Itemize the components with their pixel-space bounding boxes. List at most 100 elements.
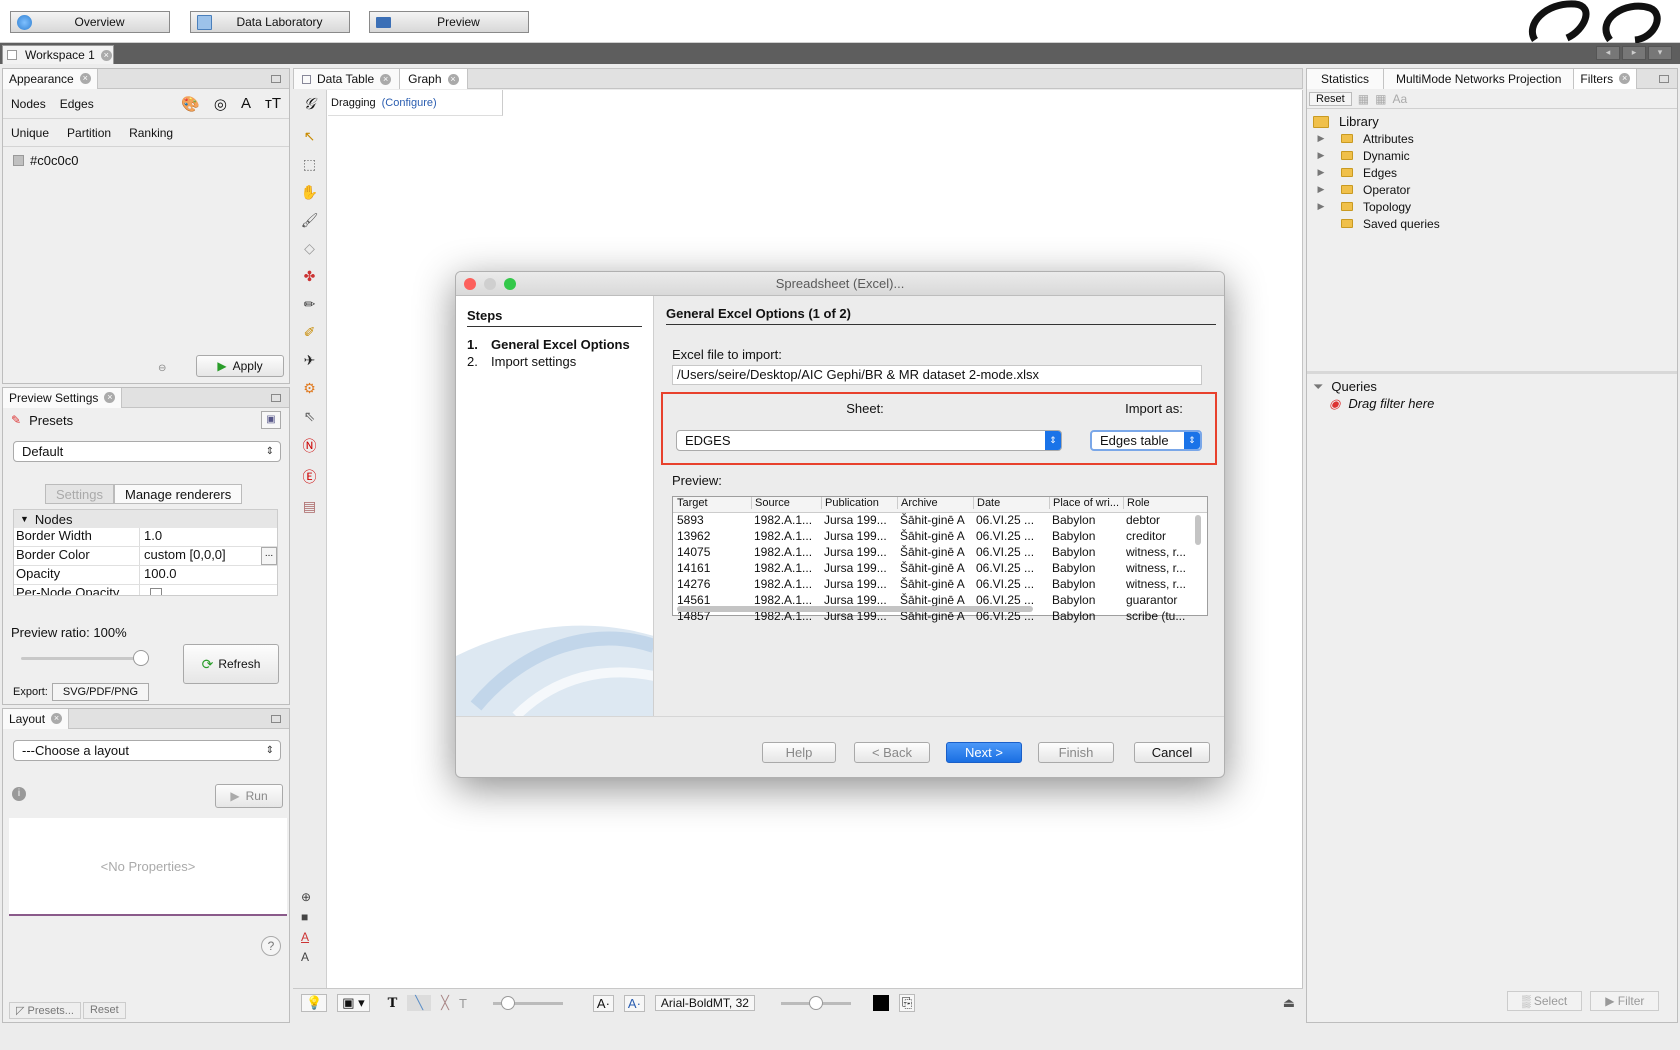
edge-label-icon[interactable]: T [459, 996, 467, 1011]
library-folder[interactable]: Library [1313, 113, 1671, 130]
finish-button[interactable]: Finish [1038, 742, 1114, 763]
reset-button[interactable]: Reset [82, 1002, 126, 1019]
tree-item[interactable]: ▶ Operator [1313, 181, 1671, 198]
preview-settings-tab[interactable]: Preview Settings × [3, 387, 123, 408]
minimize-icon[interactable] [271, 75, 281, 83]
close-icon[interactable]: × [1619, 73, 1631, 84]
next-button[interactable]: Next > [946, 742, 1022, 763]
label-color-icon[interactable]: A [241, 95, 251, 113]
graph-tab[interactable]: Graph × [400, 69, 468, 89]
column-header[interactable]: Role [1123, 497, 1193, 509]
select-arrow-icon[interactable]: ↖ [304, 128, 316, 145]
filters-tab[interactable]: Filters × [1574, 68, 1638, 89]
minimize-icon[interactable] [1659, 75, 1669, 83]
edge-color-icon[interactable]: ╳ [441, 995, 449, 1011]
label-mode-icon[interactable]: ▣ ▾ [337, 994, 370, 1012]
column-header[interactable]: Source [751, 497, 817, 509]
save-icon[interactable]: ▣ [261, 411, 281, 429]
tree-item[interactable]: Saved queries [1313, 215, 1671, 232]
rectangle-select-icon[interactable]: ⬚ [303, 156, 316, 173]
slider-thumb[interactable] [133, 650, 149, 666]
vertical-scrollbar[interactable] [1195, 515, 1201, 545]
minimize-icon[interactable] [271, 394, 281, 402]
filter-button[interactable]: ▶ Filter [1590, 991, 1660, 1011]
font-decrease-icon[interactable]: A· [592, 994, 614, 1012]
data-laboratory-button[interactable]: Data Laboratory [190, 11, 350, 33]
minimize-icon[interactable] [271, 715, 281, 723]
table-row[interactable]: 5893 1982.A.1... Jursa 199... Šāhit-ginē A 0… [673, 513, 1207, 529]
select-button[interactable]: ▒ Select [1507, 991, 1583, 1011]
preview-button[interactable]: Preview [369, 11, 529, 33]
layout-select[interactable]: ---Choose a layout ⇕ [13, 740, 281, 761]
tree-item[interactable]: ▶ Attributes [1313, 130, 1671, 147]
nav-menu-icon[interactable]: ▾ [1648, 46, 1672, 60]
close-icon[interactable]: × [100, 49, 112, 61]
table-row[interactable]: 13962 1982.A.1... Jursa 199... Šāhit-ginē A… [673, 529, 1207, 545]
link-icon[interactable]: ⊖ [158, 363, 166, 374]
presets-button[interactable]: ◸ Presets... [9, 1002, 81, 1019]
pencil-icon[interactable]: ✏ [304, 296, 316, 313]
close-icon[interactable]: × [79, 73, 91, 84]
apply-button[interactable]: ▶ Apply [196, 355, 284, 377]
save-filter-icon[interactable]: ▦ [1375, 92, 1386, 106]
prop-value[interactable]: custom [0,0,0] [140, 547, 226, 565]
zoom-icon[interactable]: ⊕ [301, 890, 311, 904]
statistics-tab[interactable]: Statistics [1307, 68, 1385, 89]
sheet-select[interactable]: EDGES ⇕ [676, 430, 1062, 451]
diamond-icon[interactable]: ◇ [304, 240, 315, 257]
edge-scale-slider[interactable] [492, 995, 563, 1010]
expand-icon[interactable]: ⏏ [1283, 995, 1295, 1011]
nav-left-icon[interactable]: ◂ [1596, 46, 1620, 60]
nodes-section[interactable]: ▼ Nodes [14, 510, 277, 528]
gear-icon[interactable]: ⚙ [303, 380, 316, 397]
edges-tab[interactable]: Edges [60, 97, 94, 111]
appearance-tab[interactable]: Appearance × [3, 68, 98, 89]
unique-tab[interactable]: Unique [11, 126, 49, 140]
info-icon[interactable]: i [12, 787, 26, 801]
layout-tab[interactable]: Layout × [3, 708, 70, 729]
nodes-tab[interactable]: Nodes [11, 97, 46, 111]
prop-value[interactable]: 100.0 [140, 566, 177, 584]
edges-icon[interactable]: Ⓔ [303, 467, 317, 487]
drag-hand-icon[interactable]: ✋ [301, 184, 318, 201]
help-button[interactable]: Help [762, 742, 836, 763]
manage-renderers-tab[interactable]: Manage renderers [113, 484, 243, 504]
plane-icon[interactable]: ✈ [304, 352, 316, 369]
palette-icon[interactable]: 🎨 [181, 95, 200, 113]
label-size-icon[interactable]: ᴛT [265, 95, 281, 113]
color-swatch[interactable] [13, 154, 24, 166]
column-header[interactable]: Target [677, 497, 747, 509]
help-icon[interactable]: ? [261, 936, 281, 956]
run-button[interactable]: ▶ Run [215, 784, 283, 808]
horizontal-scrollbar[interactable] [677, 606, 1033, 612]
slider-thumb[interactable] [808, 995, 823, 1010]
edge-icon[interactable]: ╲ [407, 995, 432, 1011]
opacity-checkbox[interactable] [150, 588, 162, 595]
close-window-icon[interactable] [464, 278, 476, 290]
font-size-icon[interactable]: A [301, 950, 311, 964]
nav-right-icon[interactable]: ▸ [1622, 46, 1646, 60]
tree-item[interactable]: ▶ Edges [1313, 164, 1671, 181]
font-color-icon[interactable]: A [301, 930, 311, 944]
text-icon[interactable]: T [388, 996, 398, 1011]
close-icon[interactable]: × [447, 73, 459, 85]
cursor-icon[interactable]: ⇖ [304, 408, 316, 425]
import-as-select[interactable]: Edges table ⇕ [1090, 430, 1202, 451]
column-header[interactable]: Date [973, 497, 1049, 509]
label-color-swatch[interactable] [872, 995, 889, 1011]
export-button[interactable]: SVG/PDF/PNG [51, 683, 150, 701]
close-icon[interactable]: × [104, 392, 116, 403]
size-icon[interactable]: ◎ [214, 95, 227, 113]
color-chooser-button[interactable]: ... [261, 547, 277, 565]
painter-icon[interactable]: ▤ [303, 498, 316, 515]
refresh-button[interactable]: ⟳ Refresh [183, 644, 279, 684]
multimode-tab[interactable]: MultiMode Networks Projection [1384, 68, 1575, 89]
zoom-window-icon[interactable] [504, 278, 516, 290]
font-increase-icon[interactable]: A· [623, 994, 645, 1012]
export-icon[interactable]: ▦ [1358, 92, 1369, 106]
tree-item[interactable]: ▶ Topology [1313, 198, 1671, 215]
column-header[interactable]: Place of wri... [1049, 497, 1123, 509]
data-table-tab[interactable]: Data Table × [294, 69, 401, 89]
rename-icon[interactable]: Aa [1392, 92, 1407, 106]
minimize-window-icon[interactable] [484, 278, 496, 290]
